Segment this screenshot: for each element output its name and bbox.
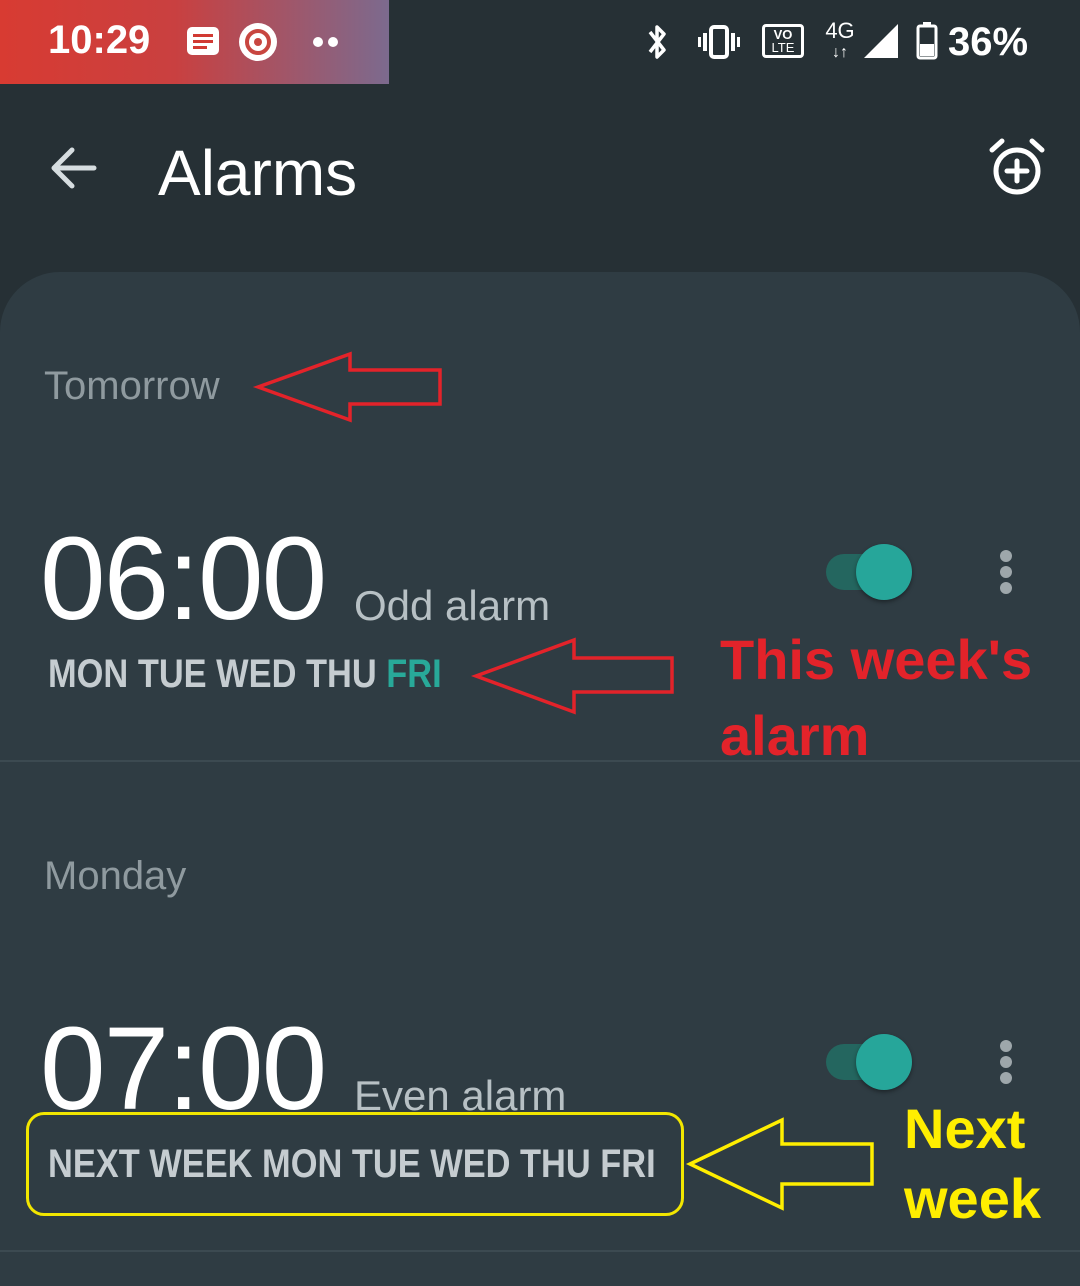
volte-icon: VO LTE — [762, 24, 804, 58]
annotation-arrow-red-tomorrow — [252, 351, 442, 423]
section-label-monday: Monday — [44, 854, 187, 898]
section-label-tomorrow: Tomorrow — [44, 364, 220, 408]
signal-icon — [864, 24, 898, 58]
app-bar: Alarms — [0, 84, 1080, 264]
annotation-highlight-box — [26, 1112, 684, 1216]
more-notifications-icon — [313, 37, 338, 47]
annotation-this-week: This week's alarm — [720, 628, 1033, 767]
arrow-left-icon — [51, 147, 97, 189]
status-bar: 10:29 VO LTE 4G ↓↑ 36% — [0, 0, 1080, 84]
alarm-repeat-days: MON TUE WED THU FRI — [48, 652, 442, 696]
status-clock: 10:29 — [48, 18, 151, 62]
add-alarm-button[interactable] — [984, 134, 1050, 200]
annotation-arrow-yellow — [685, 1117, 874, 1211]
more-options-icon[interactable] — [986, 548, 1026, 608]
battery-icon — [916, 22, 938, 60]
annotation-next-week: Next week — [904, 1097, 1041, 1230]
alarm-toggle[interactable] — [826, 1034, 912, 1090]
message-icon — [187, 27, 219, 55]
divider — [0, 1250, 1080, 1252]
status-bar-notification-area: 10:29 — [0, 0, 389, 84]
page-title: Alarms — [158, 137, 358, 209]
active-day: FRI — [386, 652, 442, 696]
battery-percent: 36% — [948, 20, 1029, 64]
alarm-toggle[interactable] — [826, 544, 912, 600]
alarm-time[interactable]: 07:00 — [40, 1010, 327, 1128]
network-4g-icon: 4G ↓↑ — [825, 18, 855, 62]
bluetooth-icon — [648, 25, 666, 59]
vibrate-icon — [698, 25, 740, 59]
alarm-time[interactable]: 06:00 — [40, 520, 327, 638]
more-options-icon[interactable] — [986, 1038, 1026, 1098]
alarm-label[interactable]: Odd alarm — [354, 582, 550, 630]
back-button[interactable] — [42, 136, 106, 200]
alarm-add-icon — [989, 138, 1045, 195]
camera-app-icon — [239, 23, 277, 61]
annotation-arrow-red-week — [470, 637, 674, 715]
